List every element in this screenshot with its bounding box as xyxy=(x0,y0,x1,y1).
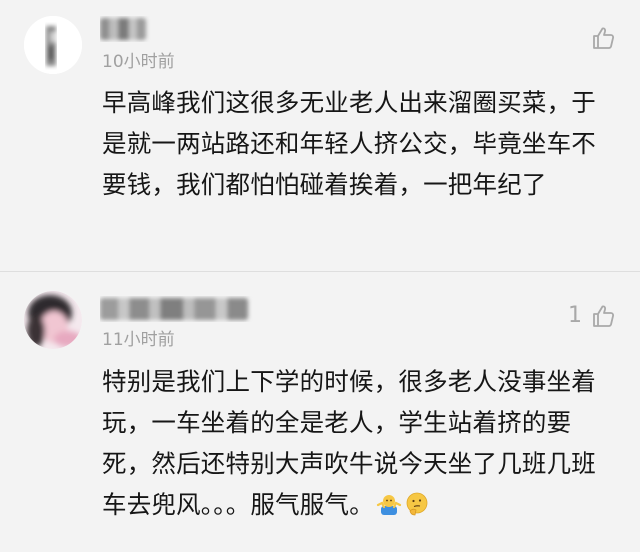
comment-time: 10小时前 xyxy=(102,52,175,72)
like-count: 1 xyxy=(568,303,582,328)
comment-feed: 10小时前 早高峰我们这很多无业老人出来溜圈买菜，于是就一两站路还和年轻人挤公交… xyxy=(0,0,640,552)
blurred-username-mask xyxy=(100,298,248,320)
like-button[interactable]: 1 xyxy=(568,301,616,331)
comment-text-body: 特别是我们上下学的时候，很多老人没事坐着玩，一车坐着的全是老人，学生站着挤的要死… xyxy=(102,367,596,519)
username[interactable] xyxy=(100,16,280,42)
comment-text: 特别是我们上下学的时候，很多老人没事坐着玩，一车坐着的全是老人，学生站着挤的要死… xyxy=(102,361,608,525)
thumbs-up-icon xyxy=(593,305,615,327)
comment-item: 10小时前 早高峰我们这很多无业老人出来溜圈买菜，于是就一两站路还和年轻人挤公交… xyxy=(0,0,640,270)
like-button[interactable] xyxy=(582,23,616,53)
comment-time: 11小时前 xyxy=(102,330,175,350)
avatar[interactable] xyxy=(24,16,82,74)
blurred-username-mask xyxy=(100,18,146,40)
blurred-avatar-icon xyxy=(24,291,82,349)
comment-text: 早高峰我们这很多无业老人出来溜圈买菜，于是就一两站路还和年轻人挤公交，毕竟坐车不… xyxy=(102,88,596,199)
avatar[interactable] xyxy=(24,291,82,349)
thumbs-up-icon xyxy=(593,27,615,49)
blurred-avatar-icon xyxy=(24,16,82,74)
username[interactable] xyxy=(100,296,280,322)
comment-item: 11小时前 1 特别是我们上下学的时候，很多老人没事坐着玩，一车坐着的全是老人，… xyxy=(0,283,640,552)
divider xyxy=(0,271,640,272)
shrug-emoji-icon xyxy=(376,491,402,517)
thinking-emoji-icon xyxy=(404,491,430,517)
